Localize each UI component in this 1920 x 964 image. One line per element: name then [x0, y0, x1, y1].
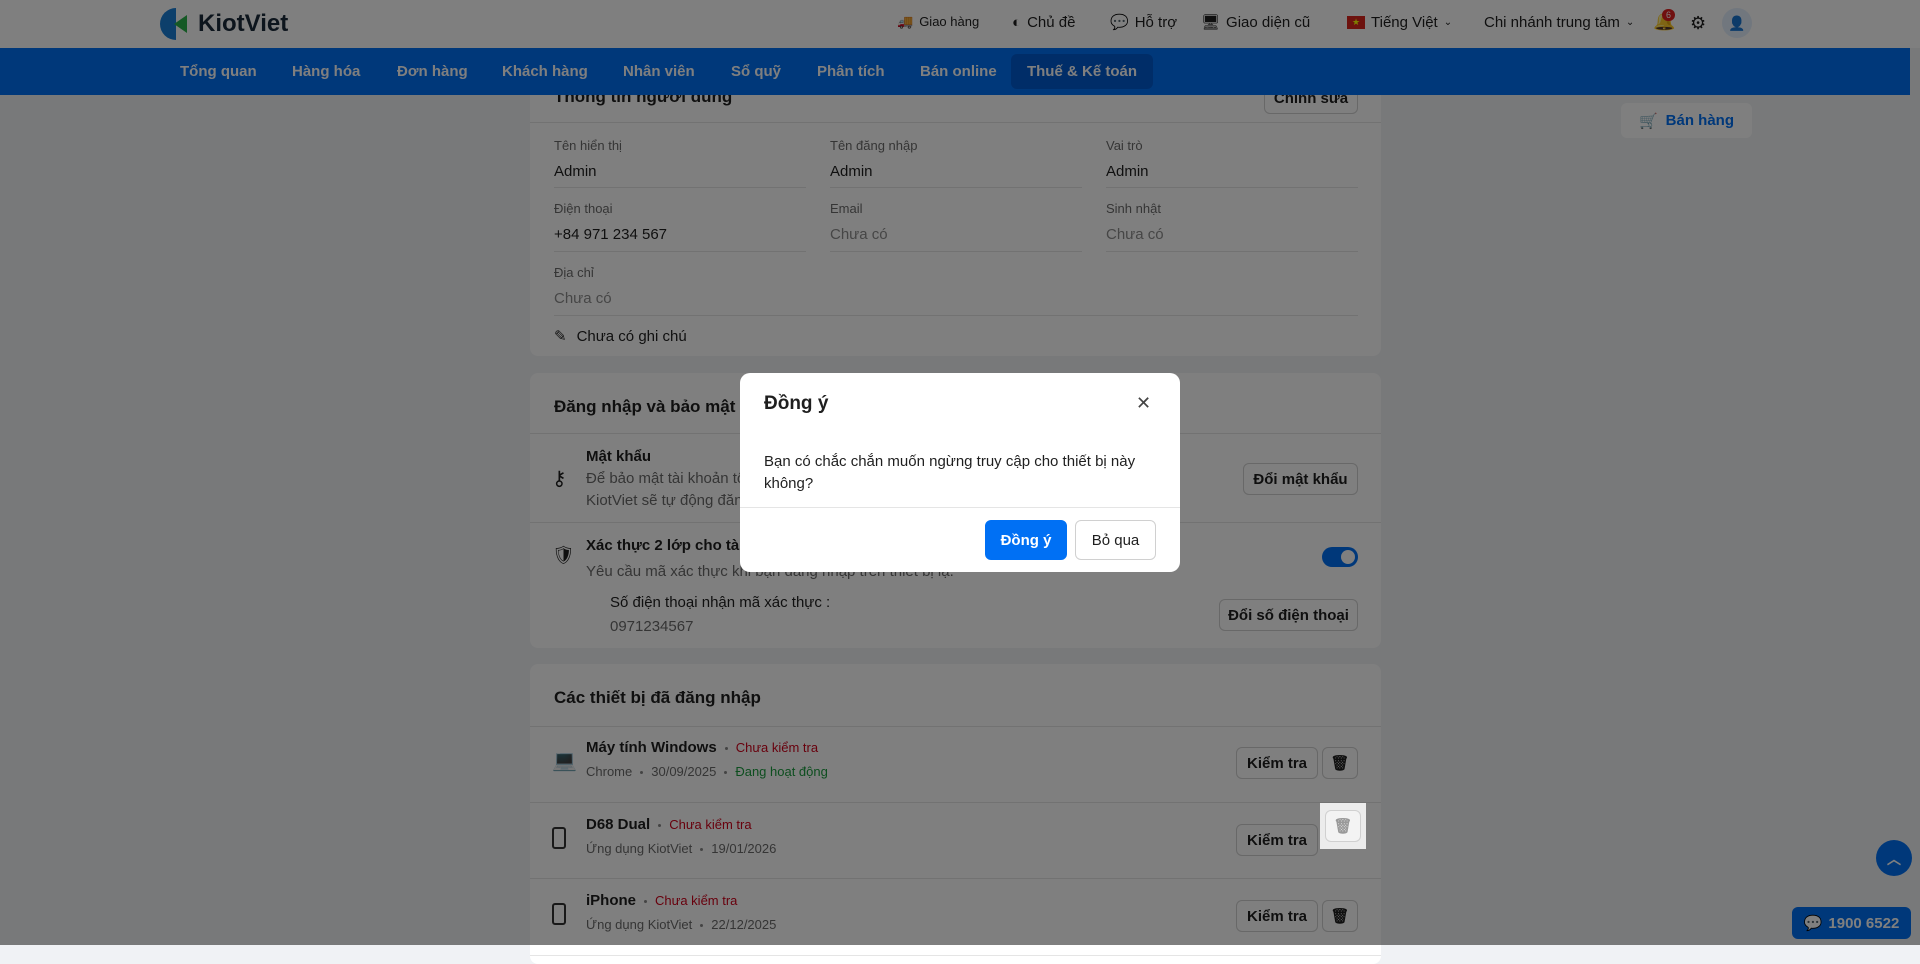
cancel-button[interactable]: Bỏ qua [1075, 520, 1156, 560]
delete-button[interactable]: 🗑 [1325, 810, 1361, 842]
confirm-button[interactable]: Đồng ý [985, 520, 1067, 560]
confirm-dialog: Đồng ý ✕ Bạn có chắc chắn muốn ngừng tru… [740, 373, 1180, 572]
dialog-message: Bạn có chắc chắn muốn ngừng truy cập cho… [764, 453, 1136, 492]
dialog-title: Đồng ý [764, 393, 829, 414]
delete-button-highlight: 🗑 [1320, 803, 1366, 849]
close-icon[interactable]: ✕ [1136, 393, 1151, 414]
trash-icon: 🗑 [1333, 818, 1353, 835]
